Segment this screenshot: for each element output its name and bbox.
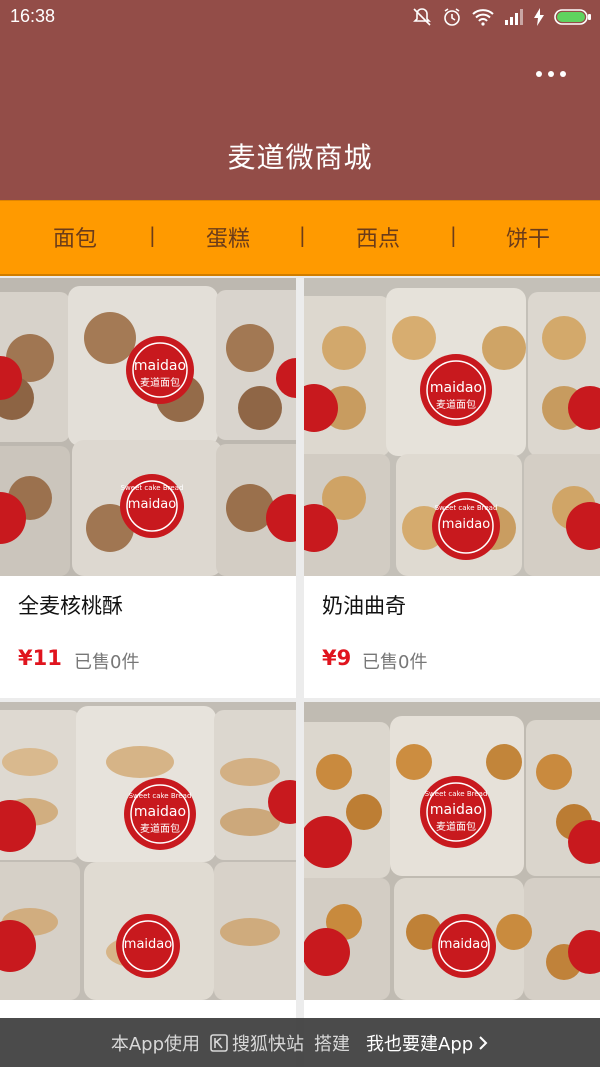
product-image: maidao Sweet cake Bread 麦道面包 maidao <box>0 702 296 1000</box>
jar-label-text: maidao <box>134 804 186 820</box>
nav-separator: | <box>450 223 457 247</box>
jar-label-sub: 麦道面包 <box>436 398 476 411</box>
jar-label-sub: 麦道面包 <box>140 376 180 389</box>
product-name: 奶油曲奇 <box>322 594 406 618</box>
page-title: 麦道微商城 <box>227 141 373 174</box>
charging-icon <box>534 8 544 26</box>
product-sold-count: 已售0件 <box>362 652 428 673</box>
dot-icon <box>536 71 542 77</box>
product-image: maidao 麦道面包 maidao Sweet cake Bread <box>0 278 296 576</box>
product-card[interactable]: maidao Sweet cake Bread 麦道面包 maidao <box>304 702 600 1067</box>
dot-icon <box>560 71 566 77</box>
battery-icon <box>554 9 591 25</box>
footer-middle: 搭建 <box>314 1033 350 1055</box>
status-bar: 16:38 <box>0 0 600 36</box>
tab-bread[interactable]: 面包 <box>30 221 120 253</box>
tab-pastry[interactable]: 西点 <box>333 221 423 253</box>
wifi-icon <box>472 9 494 26</box>
signal-icon <box>505 9 523 25</box>
jar-label-ring: Sweet cake Bread <box>129 792 192 800</box>
jar-label-text: maidao <box>124 937 172 952</box>
tab-cake[interactable]: 蛋糕 <box>183 221 273 253</box>
product-image: maidao 麦道面包 maidao Sweet cake Bread <box>304 278 600 576</box>
product-card[interactable]: maidao Sweet cake Bread 麦道面包 maidao <box>0 702 296 1067</box>
nav-separator: | <box>299 223 306 247</box>
chevron-right-icon <box>479 1035 488 1050</box>
more-menu-button[interactable] <box>536 66 566 82</box>
jar-label-sub: 麦道面包 <box>140 822 180 835</box>
product-name: 全麦核桃酥 <box>18 594 123 618</box>
sohu-kuaizhan-logo-icon <box>210 1033 228 1052</box>
status-time: 16:38 <box>10 6 56 26</box>
product-price: ¥9 <box>322 646 352 670</box>
nav-separator: | <box>149 223 156 247</box>
dot-icon <box>548 71 554 77</box>
footer-brand-label: 搜狐快站 <box>232 1033 304 1055</box>
jar-label-text: maidao <box>430 802 482 818</box>
footer-promo-bar: 本App使用 搜狐快站 搭建 我也要建App <box>0 1018 600 1067</box>
jar-label-ring: Sweet cake Bread <box>435 504 498 512</box>
status-icons <box>412 5 592 29</box>
footer-prefix: 本App使用 <box>110 1033 200 1055</box>
app-header: 16:38 麦道微商城 <box>0 0 600 200</box>
jar-label-ring: Sweet cake Bread <box>425 790 488 798</box>
jar-label-sub: 麦道面包 <box>436 820 476 833</box>
jar-label-text: maidao <box>440 937 488 952</box>
product-card[interactable]: maidao 麦道面包 maidao Sweet cake Bread 全麦核桃… <box>0 278 296 698</box>
category-nav: 面包 | 蛋糕 | 西点 | 饼干 <box>0 200 600 276</box>
jar-label-ring: Sweet cake Bread <box>121 484 184 492</box>
jar-label-text: maidao <box>442 517 490 532</box>
jar-label-text: maidao <box>128 497 176 512</box>
product-sold-count: 已售0件 <box>74 652 140 673</box>
product-card[interactable]: maidao 麦道面包 maidao Sweet cake Bread 奶油曲奇… <box>304 278 600 698</box>
product-image: maidao Sweet cake Bread 麦道面包 maidao <box>304 702 600 1000</box>
jar-label-text: maidao <box>430 380 482 396</box>
mute-bell-icon <box>413 8 431 26</box>
jar-label-text: maidao <box>134 358 186 374</box>
alarm-clock-icon <box>444 8 460 26</box>
build-app-link[interactable]: 我也要建App <box>366 1030 489 1056</box>
footer-brand[interactable]: 搜狐快站 <box>210 1030 304 1056</box>
build-app-label: 我也要建App <box>366 1033 474 1055</box>
tab-biscuit[interactable]: 饼干 <box>483 221 573 253</box>
product-price: ¥11 <box>18 646 62 670</box>
